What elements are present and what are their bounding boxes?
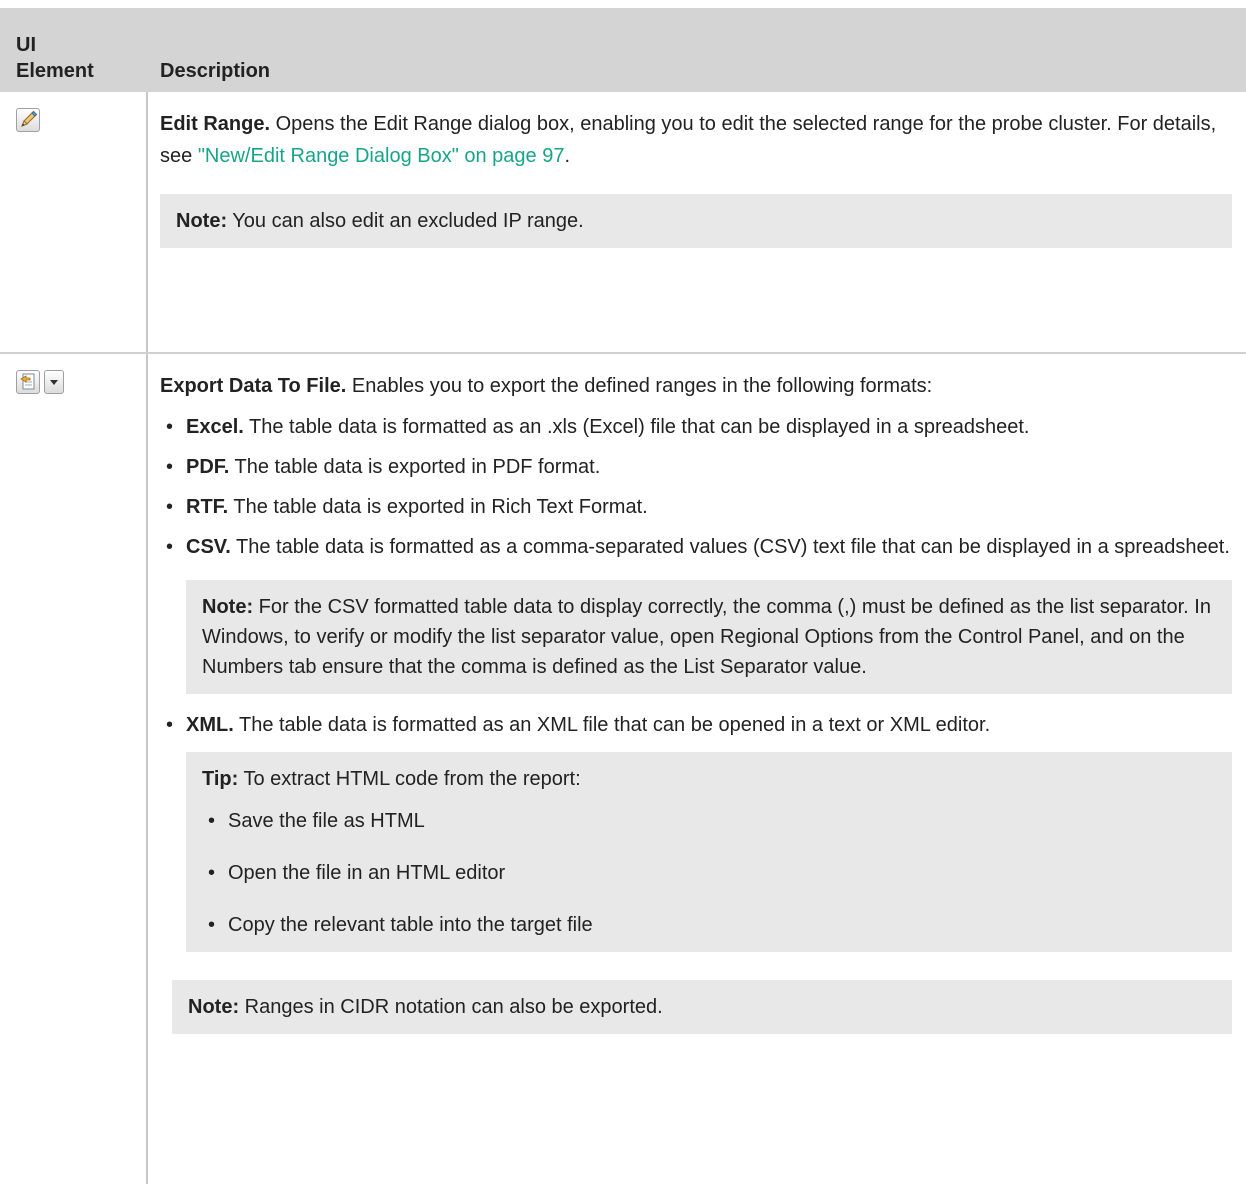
export-split-button[interactable] xyxy=(16,370,64,394)
note-text: For the CSV formatted table data to disp… xyxy=(202,596,1211,678)
chevron-down-icon[interactable] xyxy=(44,370,64,394)
note-label: Note: xyxy=(188,996,240,1018)
tip-steps-list: Save the file as HTML Open the file in a… xyxy=(202,806,1216,940)
list-item: Save the file as HTML xyxy=(202,806,1216,836)
description-cell: Export Data To File. Enables you to expo… xyxy=(147,353,1246,1184)
table-row: Export Data To File. Enables you to expo… xyxy=(0,353,1246,1184)
format-text: The table data is formatted as an .xls (… xyxy=(243,416,1030,438)
list-item: Copy the relevant table into the target … xyxy=(202,910,1216,940)
tip-label: Tip: xyxy=(202,768,239,790)
tip-text: To extract HTML code from the report: xyxy=(238,768,581,790)
export-intro: Enables you to export the defined ranges… xyxy=(346,375,933,397)
export-format-list: Excel. The table data is formatted as an… xyxy=(160,412,1232,952)
pencil-icon xyxy=(16,108,40,132)
table-row: Edit Range. Opens the Edit Range dialog … xyxy=(0,92,1246,354)
format-text: The table data is exported in Rich Text … xyxy=(228,496,648,518)
format-text: The table data is formatted as a comma-s… xyxy=(230,536,1230,558)
format-name: Excel. xyxy=(186,416,244,438)
list-item: Open the file in an HTML editor xyxy=(202,858,1216,888)
format-text: The table data is formatted as an XML fi… xyxy=(233,714,991,736)
list-item: Excel. The table data is formatted as an… xyxy=(160,412,1232,442)
format-name: PDF. xyxy=(186,456,230,478)
ui-element-table: UI Element Description Edit Range. Opens… xyxy=(0,8,1246,1184)
export-file-icon[interactable] xyxy=(16,370,40,394)
edit-range-description: Edit Range. Opens the Edit Range dialog … xyxy=(160,108,1232,172)
note-text: You can also edit an excluded IP range. xyxy=(227,210,584,232)
list-item: RTF. The table data is exported in Rich … xyxy=(160,492,1232,522)
list-item: XML. The table data is formatted as an X… xyxy=(160,710,1232,952)
csv-note: Note: For the CSV formatted table data t… xyxy=(186,580,1232,694)
export-title: Export Data To File. xyxy=(160,375,347,397)
format-name: XML. xyxy=(186,714,234,736)
tip-line: Tip: To extract HTML code from the repor… xyxy=(202,764,1216,794)
edit-range-note: Note: You can also edit an excluded IP r… xyxy=(160,194,1232,248)
format-name: CSV. xyxy=(186,536,231,558)
new-edit-range-link[interactable]: "New/Edit Range Dialog Box" on page 97 xyxy=(198,145,565,167)
header-description: Description xyxy=(147,8,1246,92)
ui-element-cell xyxy=(0,92,148,354)
list-item: PDF. The table data is exported in PDF f… xyxy=(160,452,1232,482)
header-ui-element: UI Element xyxy=(0,8,148,92)
tip-box: Tip: To extract HTML code from the repor… xyxy=(186,752,1232,952)
note-text: Ranges in CIDR notation can also be expo… xyxy=(239,996,663,1018)
edit-range-text-end: . xyxy=(564,145,571,167)
ui-element-cell xyxy=(0,353,148,1184)
format-name: RTF. xyxy=(186,496,229,518)
description-cell: Edit Range. Opens the Edit Range dialog … xyxy=(147,92,1246,354)
edit-range-title: Edit Range. xyxy=(160,113,271,135)
list-item: CSV. The table data is formatted as a co… xyxy=(160,532,1232,694)
format-text: The table data is exported in PDF format… xyxy=(229,456,601,478)
export-description: Export Data To File. Enables you to expo… xyxy=(160,370,1232,402)
note-label: Note: xyxy=(176,210,228,232)
note-label: Note: xyxy=(202,596,254,618)
export-final-note: Note: Ranges in CIDR notation can also b… xyxy=(172,980,1232,1034)
table-header-row: UI Element Description xyxy=(0,8,1246,92)
